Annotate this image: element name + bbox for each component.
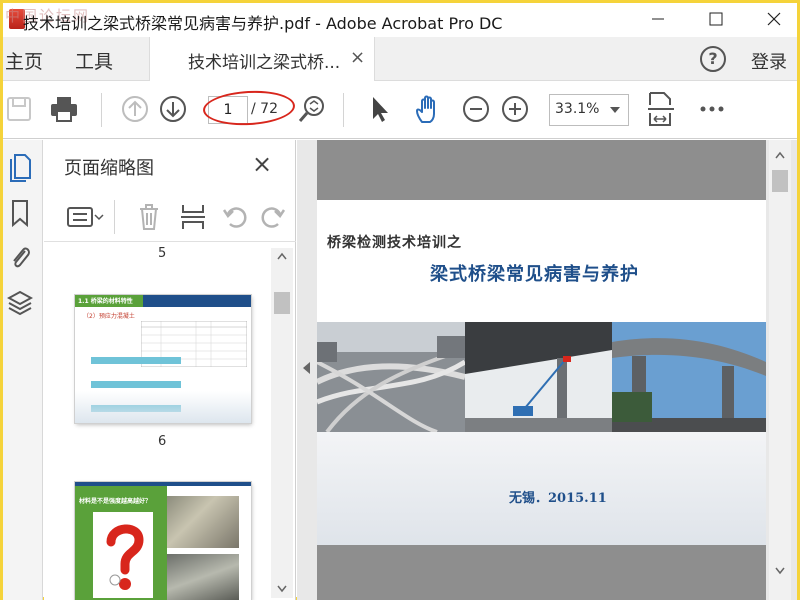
tab-home[interactable]: 主页 — [5, 47, 43, 74]
thumbnail-subheader: （2）预应力混凝土 — [83, 313, 135, 320]
hand-tool-icon[interactable] — [413, 94, 443, 124]
chevron-down-icon — [610, 107, 620, 113]
document-page: 桥梁检测技术培训之 梁式桥梁常见病害与养护 无锡．2015.11 — [317, 140, 766, 600]
toolbar-separator — [343, 93, 344, 127]
document-view[interactable]: 桥梁检测技术培训之 梁式桥梁常见病害与养护 无锡．2015.11 — [297, 140, 797, 600]
insert-page-icon[interactable] — [180, 202, 206, 232]
thumbnail-page[interactable]: 1.1 桥梁的材料特性 （2）预应力混凝土 — [75, 295, 251, 423]
thumbnail-page-number: 5 — [158, 246, 167, 261]
zoom-out-icon[interactable] — [461, 94, 491, 124]
title-bar: 中国论坛网 技术培训之梁式桥梁常见病害与养护.pdf - Adobe Acrob… — [3, 3, 797, 37]
close-icon — [767, 12, 781, 26]
document-scrollbar[interactable] — [769, 140, 791, 600]
bookmarks-icon[interactable] — [7, 198, 33, 228]
thumbnail-bg-fade — [75, 391, 251, 423]
scroll-up-icon[interactable] — [774, 150, 786, 160]
scroll-down-icon[interactable] — [774, 566, 786, 576]
document-title: 梁式桥梁常见病害与养护 — [430, 264, 639, 285]
print-icon[interactable] — [49, 94, 79, 124]
save-icon[interactable] — [5, 94, 35, 124]
thumbnail-scrollbar[interactable] — [271, 248, 293, 598]
close-tab-icon[interactable]: × — [350, 47, 365, 68]
rotate-left-icon[interactable] — [222, 202, 248, 232]
maximize-button[interactable] — [693, 3, 739, 35]
zoom-in-icon[interactable] — [500, 94, 530, 124]
close-window-button[interactable] — [751, 3, 797, 35]
thumbnail-header-text: 材料是不是强度越高越好？ — [79, 498, 152, 505]
previous-page-icon[interactable] — [120, 94, 150, 124]
layers-icon[interactable] — [7, 288, 33, 318]
thumbnail-scroll-thumb[interactable] — [274, 292, 290, 314]
thumbnail-beam-1 — [91, 357, 181, 364]
thumbnail-page[interactable]: 材料是不是强度越高越好？ — [75, 482, 251, 600]
scroll-up-icon[interactable] — [276, 251, 288, 261]
thumbnail-toolbar — [44, 192, 296, 242]
page-header-band — [317, 140, 766, 200]
maximize-icon — [709, 12, 723, 26]
more-tools-icon[interactable] — [697, 94, 727, 124]
zoom-level-value: 33.1% — [555, 101, 600, 117]
document-tab-label: 技术培训之梁式桥... — [188, 53, 341, 73]
thumbnail-page-number: 6 — [158, 434, 167, 449]
toolbar: 1 / 72 33.1% — [3, 81, 797, 139]
attachments-icon[interactable] — [7, 242, 33, 272]
thumbnails-panel: 页面缩略图 × 5 1.1 桥梁的材料特性 （2）预应力混凝土 6 材料是不是强… — [44, 140, 296, 600]
panel-toolbar-separator — [114, 200, 115, 234]
question-mark-figure — [106, 524, 144, 590]
minimize-button[interactable] — [635, 3, 681, 35]
toolbar-separator — [101, 93, 102, 127]
red-annotation-oval — [202, 88, 296, 128]
help-icon[interactable]: ? — [700, 46, 726, 72]
page-thumbnails-icon[interactable] — [7, 152, 33, 182]
tab-bar: 主页 工具 技术培训之梁式桥... × ? 登录 — [3, 37, 797, 81]
minimize-icon — [652, 18, 664, 20]
rotate-right-icon[interactable] — [260, 202, 286, 232]
viaduct-photo — [612, 322, 766, 432]
tab-document[interactable]: 技术培训之梁式桥... × — [149, 37, 375, 81]
thumbnail-beam-2 — [91, 381, 181, 388]
zoom-level-select[interactable]: 33.1% — [549, 94, 629, 126]
panel-title: 页面缩略图 — [64, 158, 154, 179]
scroll-down-icon[interactable] — [276, 584, 288, 594]
document-scroll-thumb[interactable] — [772, 170, 788, 192]
login-button[interactable]: 登录 — [751, 48, 787, 74]
collapse-panel-icon[interactable] — [303, 362, 310, 374]
select-cursor-icon[interactable] — [365, 94, 395, 124]
thumbnail-photo-2 — [167, 554, 239, 600]
close-panel-icon[interactable]: × — [252, 150, 272, 178]
thumbnail-header-bar — [75, 482, 251, 486]
document-subtitle: 桥梁检测技术培训之 — [327, 235, 462, 251]
bridge-inspection-photo — [465, 322, 612, 432]
zoom-search-icon[interactable] — [297, 94, 327, 124]
thumbnail-options-icon[interactable] — [66, 202, 104, 232]
thumbnail-header-text: 1.1 桥梁的材料特性 — [78, 298, 133, 305]
window-title: 技术培训之梁式桥梁常见病害与养护.pdf - Adobe Acrobat Pro… — [23, 14, 503, 33]
document-footer: 无锡．2015.11 — [509, 491, 607, 506]
fit-page-icon[interactable] — [646, 91, 676, 127]
thumbnail-photo-1 — [167, 496, 239, 548]
navigation-rail — [3, 140, 43, 600]
delete-page-icon[interactable] — [136, 202, 162, 232]
next-page-icon[interactable] — [158, 94, 188, 124]
interchange-photo — [317, 322, 465, 432]
page-footer-band — [317, 545, 766, 600]
tab-tools[interactable]: 工具 — [75, 47, 113, 74]
